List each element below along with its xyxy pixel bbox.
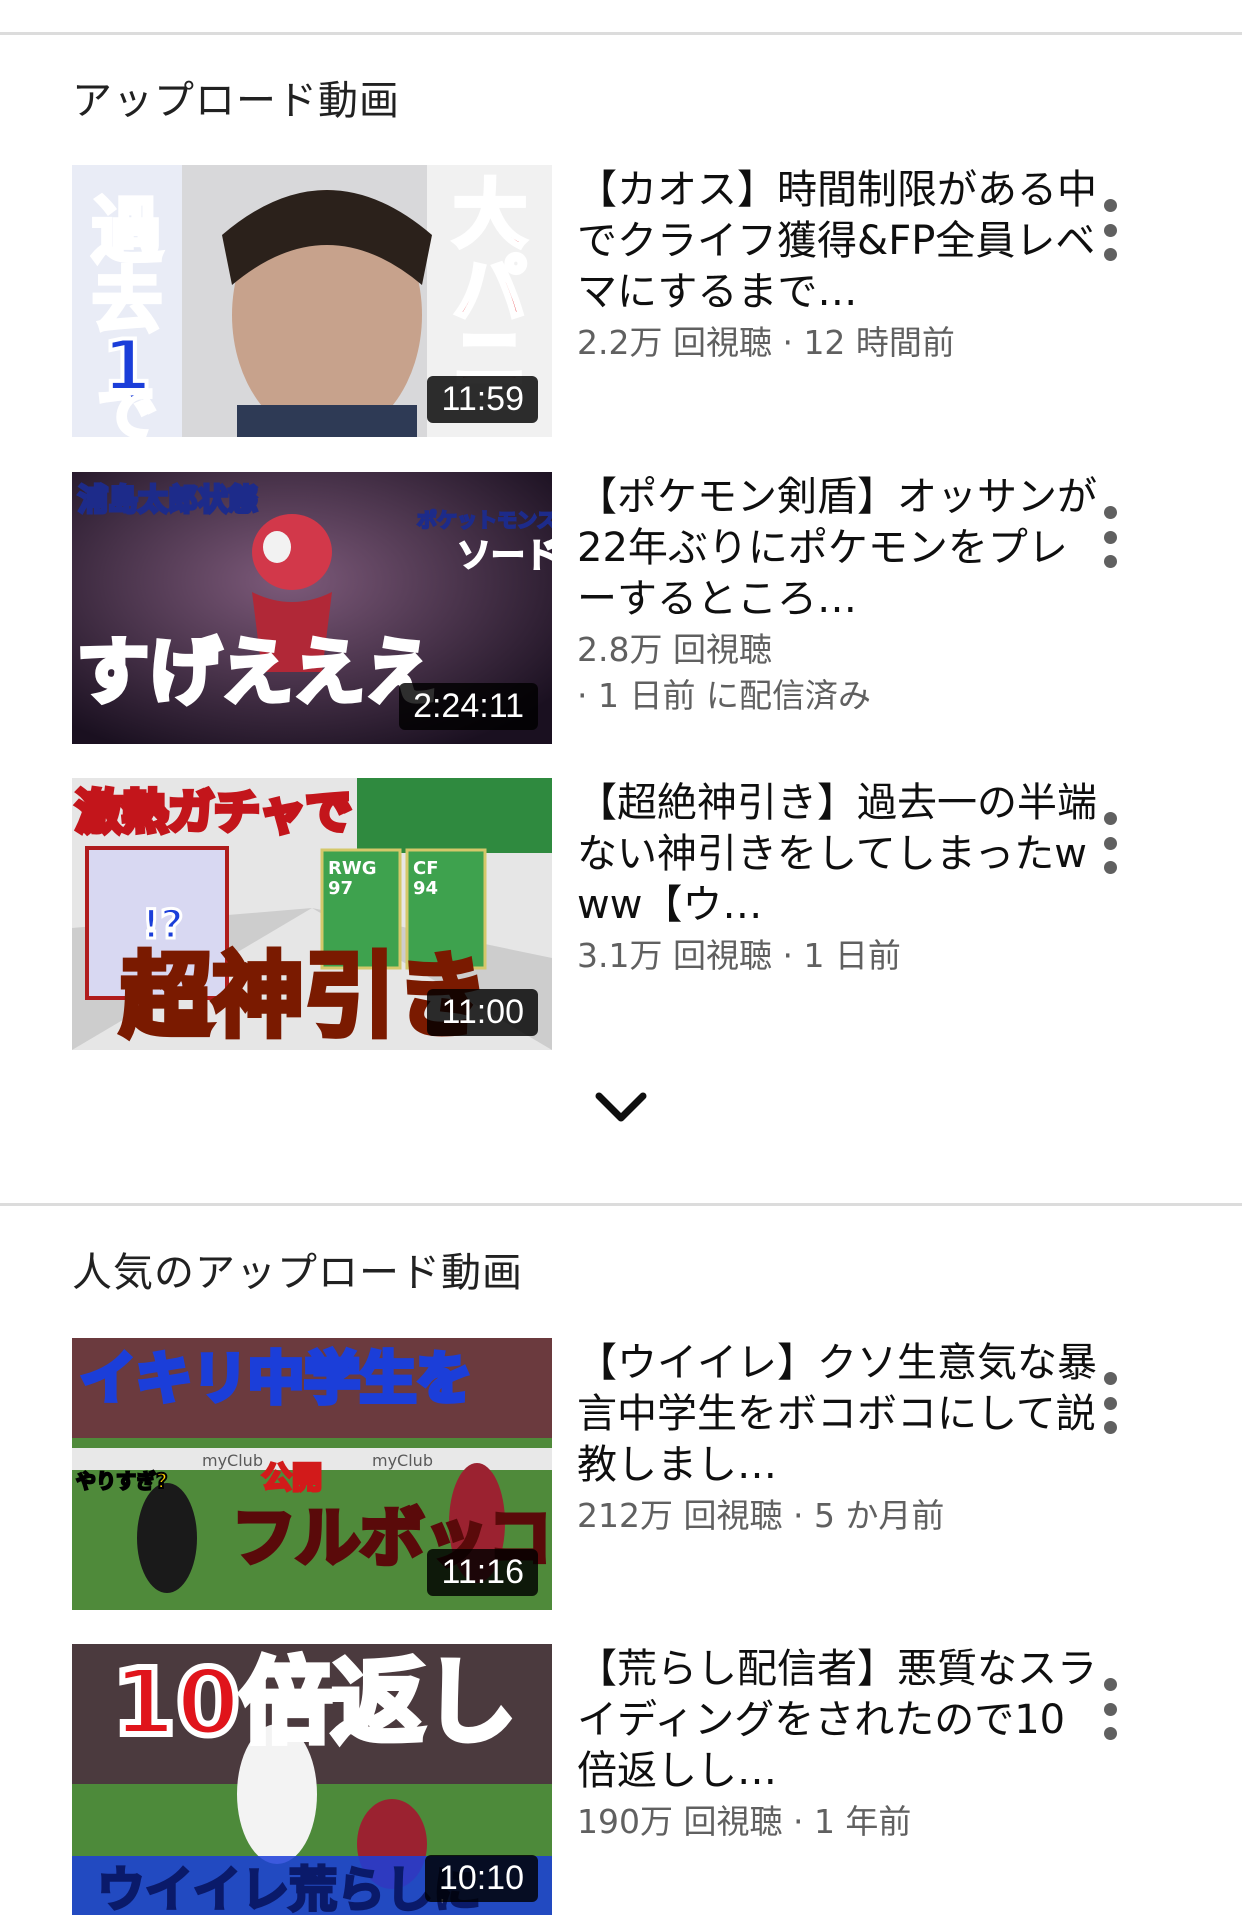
video-item[interactable]: 過 去 1 で 大 パ ニ 11:59 【カオス】時間制限がある中でクライフ獲得… (72, 165, 1242, 437)
video-meta: 2.2万 回視聴 · 12 時間前 (577, 323, 955, 362)
video-title[interactable]: 【超絶神引き】過去一の半端ない神引きをしてしまったwww【ウ… (577, 778, 1097, 931)
video-thumbnail[interactable]: myClub myClub イキリ中学生を やりすぎ? 公開 フルボッコ 11:… (72, 1338, 552, 1610)
more-vert-icon[interactable] (1090, 808, 1130, 878)
video-item[interactable]: 10倍返し ウイイレ荒らしに 10:10 【荒らし配信者】悪質なスライディングを… (72, 1644, 1242, 1915)
thumb-text-right: 大 (453, 172, 527, 258)
svg-text:公開: 公開 (262, 1461, 322, 1496)
more-vert-icon[interactable] (1090, 1674, 1130, 1744)
svg-text:やりすぎ?: やりすぎ? (76, 1469, 168, 1493)
video-info[interactable]: 【カオス】時間制限がある中でクライフ獲得&FP全員レベマにするまで… 2.2万 … (577, 165, 1097, 366)
video-thumbnail[interactable]: RWG 97 CF 94 激熱ガチャで !? 超神引き 11:00 (72, 778, 552, 1050)
svg-text:RWG: RWG (328, 858, 377, 879)
video-meta: 212万 回視聴 · 5 か月前 (577, 1496, 945, 1535)
video-title[interactable]: 【ポケモン剣盾】オッサンが22年ぶりにポケモンをプレーするところ… (577, 472, 1097, 625)
thumb-text-bottom: ウイイレ荒らしに (97, 1862, 481, 1915)
video-duration: 11:00 (427, 989, 538, 1036)
video-thumbnail[interactable]: 過 去 1 で 大 パ ニ 11:59 (72, 165, 552, 437)
video-meta-streamed: · 1 日前 に配信済み (577, 676, 871, 715)
svg-text:ソード: ソード (457, 536, 552, 576)
video-meta: 190万 回視聴 · 1 年前 (577, 1802, 912, 1841)
section-divider (0, 1203, 1242, 1206)
svg-text:ポケットモンスター: ポケットモンスター (417, 508, 552, 532)
video-meta: 3.1万 回視聴 · 1 日前 (577, 936, 901, 975)
video-info[interactable]: 【荒らし配信者】悪質なスライディングをされたので10倍返しし… 190万 回視聴… (577, 1644, 1097, 1845)
svg-text:myClub: myClub (202, 1451, 263, 1470)
video-info[interactable]: 【ポケモン剣盾】オッサンが22年ぶりにポケモンをプレーするところ… 2.8万 回… (577, 472, 1097, 719)
video-item[interactable]: myClub myClub イキリ中学生を やりすぎ? 公開 フルボッコ 11:… (72, 1338, 1242, 1610)
svg-text:94: 94 (413, 878, 438, 899)
video-item[interactable]: RWG 97 CF 94 激熱ガチャで !? 超神引き 11:00 【超絶神引き… (72, 778, 1242, 1050)
video-duration: 11:16 (427, 1549, 538, 1596)
section-title-popular: 人気のアップロード動画 (72, 1250, 523, 1296)
video-thumbnail[interactable]: 浦島太郎状態 ポケットモンスター ソード すげえええ 2:24:11 (72, 472, 552, 744)
video-title[interactable]: 【荒らし配信者】悪質なスライディングをされたので10倍返しし… (577, 1644, 1097, 1797)
video-title[interactable]: 【カオス】時間制限がある中でクライフ獲得&FP全員レベマにするまで… (577, 165, 1097, 318)
more-vert-icon[interactable] (1090, 1368, 1130, 1438)
video-info[interactable]: 【超絶神引き】過去一の半端ない神引きをしてしまったwww【ウ… 3.1万 回視聴… (577, 778, 1097, 979)
video-duration: 2:24:11 (399, 683, 538, 730)
svg-text:で: で (97, 380, 157, 437)
channel-videos-page: アップロード動画 過 去 1 で 大 パ ニ 11:59 【カオス】時間制限があ… (0, 0, 1242, 1915)
svg-text:myClub: myClub (372, 1451, 433, 1470)
chevron-down-icon (595, 1092, 647, 1122)
video-duration: 10:10 (424, 1855, 538, 1902)
video-meta: 2.8万 回視聴 (577, 630, 772, 669)
svg-text:!?: !? (142, 902, 183, 948)
thumb-text-main: 10倍返し (112, 1649, 516, 1756)
video-title[interactable]: 【ウイイレ】クソ生意気な暴言中学生をボコボコにして説教しまし… (577, 1338, 1097, 1491)
video-thumbnail[interactable]: 10倍返し ウイイレ荒らしに 10:10 (72, 1644, 552, 1915)
thumb-text-top: 激熱ガチャで (76, 785, 352, 839)
thumb-text-top: イキリ中学生を (80, 1347, 472, 1412)
thumb-text-top: 浦島太郎状態 (78, 483, 258, 518)
video-item[interactable]: 浦島太郎状態 ポケットモンスター ソード すげえええ 2:24:11 【ポケモン… (72, 472, 1242, 744)
video-info[interactable]: 【ウイイレ】クソ生意気な暴言中学生をボコボコにして説教しまし… 212万 回視聴… (577, 1338, 1097, 1539)
svg-text:97: 97 (328, 878, 353, 899)
section-title-uploads: アップロード動画 (72, 78, 400, 124)
expand-button[interactable] (591, 1082, 651, 1132)
svg-text:CF: CF (413, 858, 439, 879)
top-divider (0, 32, 1242, 35)
more-vert-icon[interactable] (1090, 502, 1130, 572)
video-duration: 11:59 (427, 376, 538, 423)
thumb-text-main: すげえええ (77, 630, 437, 714)
more-vert-icon[interactable] (1090, 195, 1130, 265)
